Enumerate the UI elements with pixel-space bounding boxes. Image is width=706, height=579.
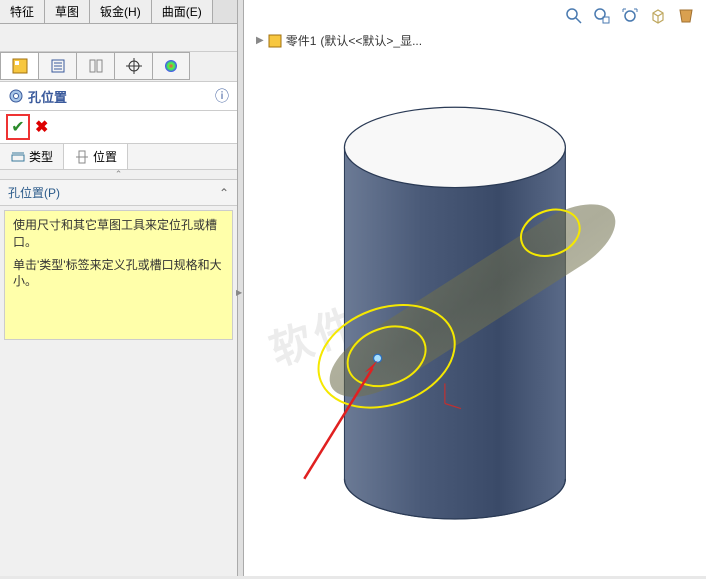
type-icon [10, 149, 26, 165]
crosshair-icon [126, 58, 142, 74]
panel-title-bar: 孔位置 ⓘ [0, 82, 237, 111]
feature-tree-button[interactable] [0, 52, 38, 80]
cancel-button[interactable]: ✖ [35, 117, 48, 137]
viewport-3d[interactable] [244, 0, 706, 576]
ok-button-highlight: ✔ [6, 114, 30, 140]
confirm-row: ✔ ✖ [0, 111, 237, 144]
sub-tabs: 类型 位置 [0, 144, 237, 170]
appearance-icon [163, 58, 179, 74]
panel-title-text: 孔位置 [28, 87, 67, 106]
left-panel: 特征 草图 钣金(H) 曲面(E) [0, 0, 238, 576]
tab-position[interactable]: 位置 [64, 144, 128, 169]
hint-line-1: 使用尺寸和其它草图工具来定位孔或槽口。 [13, 217, 224, 251]
ok-button[interactable]: ✔ [9, 117, 27, 137]
hint-line-2: 单击'类型'标签来定义孔或槽口规格和大小。 [13, 257, 224, 291]
tab-surface[interactable]: 曲面(E) [152, 0, 213, 23]
property-button[interactable] [38, 52, 76, 80]
hole-icon [8, 88, 24, 104]
tab-position-label: 位置 [93, 148, 117, 165]
crosshair-button[interactable] [114, 52, 152, 80]
help-icon[interactable]: ⓘ [215, 86, 229, 106]
tab-type[interactable]: 类型 [0, 144, 64, 169]
tab-feature[interactable]: 特征 [0, 0, 45, 23]
viewport-panel: ▶ 零件1 (默认<<默认>_显... 软件自学网 [244, 0, 706, 576]
collapse-divider[interactable]: ⌃ [0, 170, 237, 180]
chevron-up-icon: ⌃ [219, 186, 229, 200]
section-header[interactable]: 孔位置(P) ⌃ [0, 180, 237, 206]
tab-sketch[interactable]: 草图 [45, 0, 90, 23]
hint-box: 使用尺寸和其它草图工具来定位孔或槽口。 单击'类型'标签来定义孔或槽口规格和大小… [4, 210, 233, 340]
ribbon-spacer [0, 24, 237, 52]
feature-tree-icon [12, 58, 28, 74]
appearance-button[interactable] [152, 52, 190, 80]
section-header-label: 孔位置(P) [8, 184, 60, 201]
tab-sheetmetal[interactable]: 钣金(H) [90, 0, 152, 23]
command-tabs: 特征 草图 钣金(H) 曲面(E) [0, 0, 237, 24]
panel-tools [0, 52, 237, 82]
config-icon [88, 58, 104, 74]
config-button[interactable] [76, 52, 114, 80]
detail-icon [50, 58, 66, 74]
position-icon [74, 149, 90, 165]
tab-type-label: 类型 [29, 148, 53, 165]
